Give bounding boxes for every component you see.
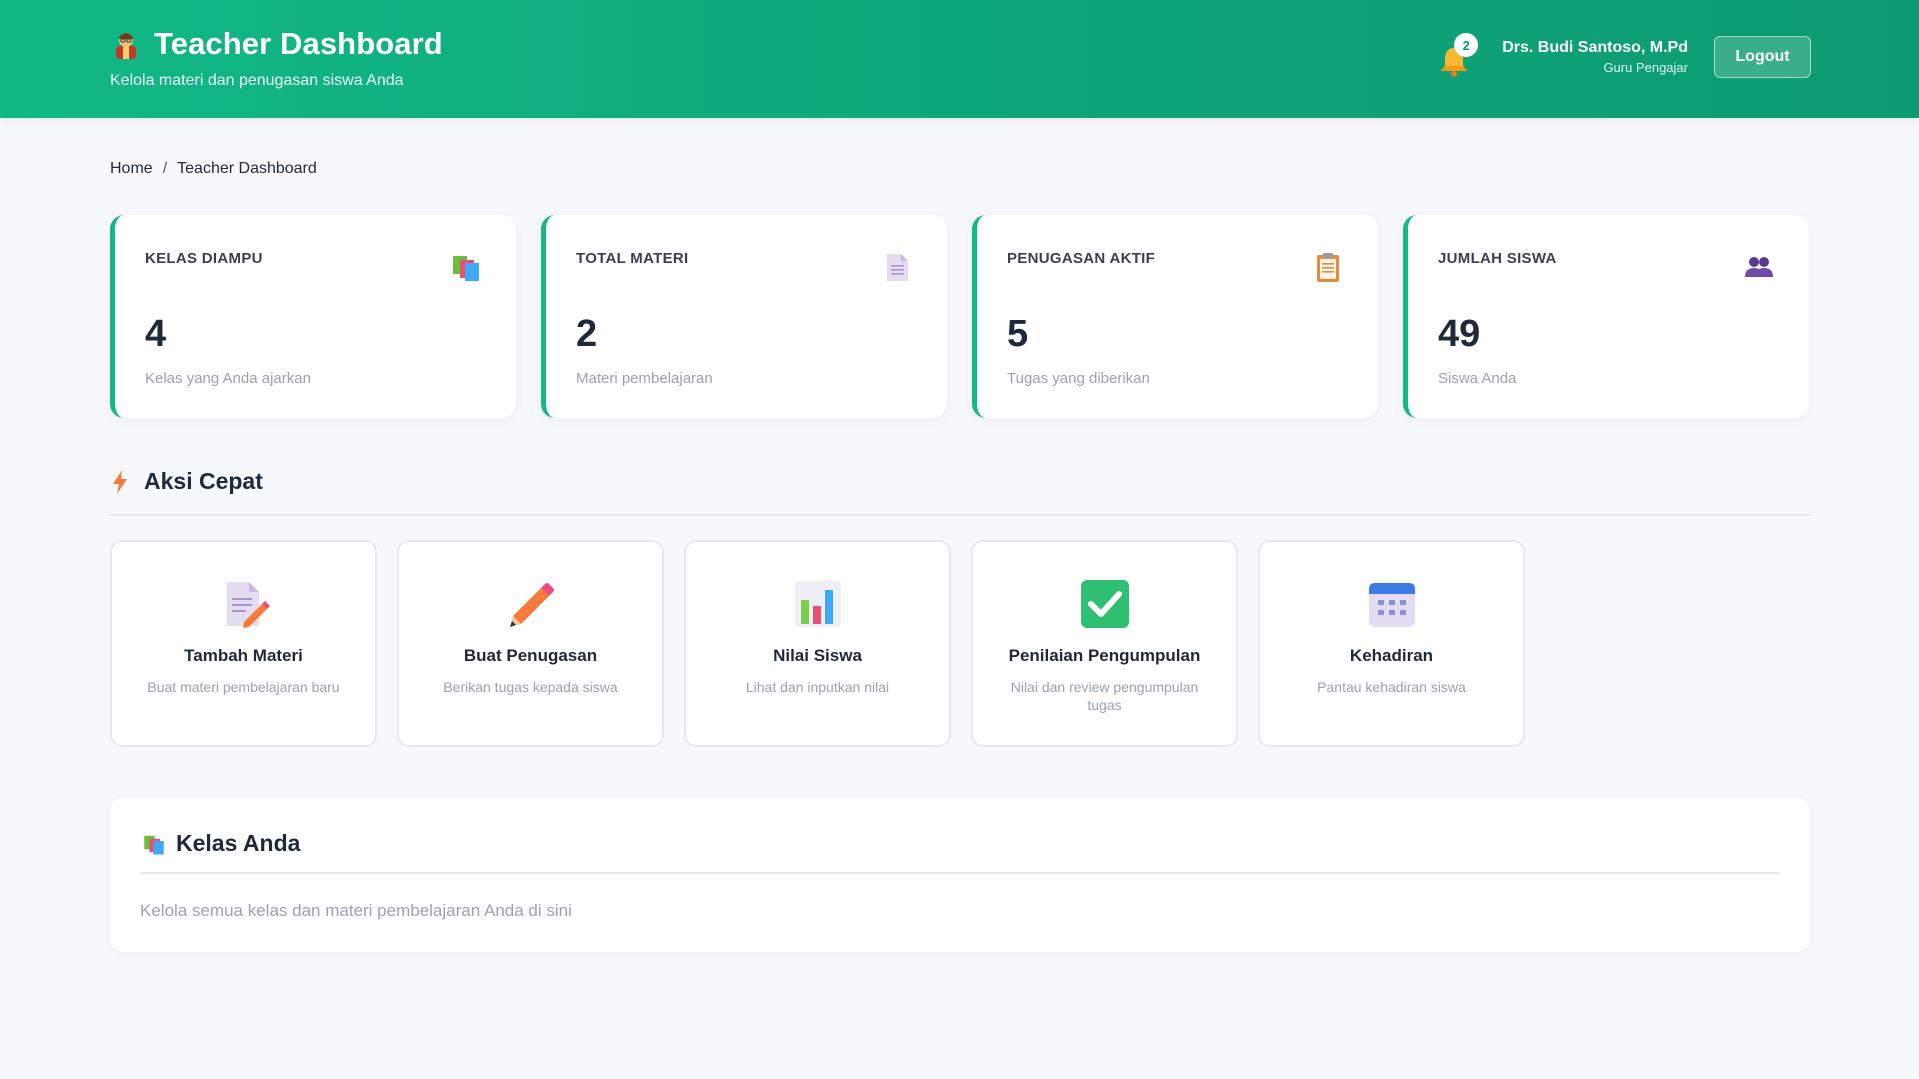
stat-desc: Kelas yang Anda ajarkan bbox=[145, 370, 311, 387]
logout-button[interactable]: Logout bbox=[1714, 36, 1811, 78]
stat-card-kelas: KELAS DIAMPU 4 Kelas yang Anda ajarkan bbox=[110, 215, 516, 418]
kelas-divider bbox=[140, 872, 1780, 874]
kelas-panel: Kelas Anda Kelola semua kelas dan materi… bbox=[110, 798, 1810, 952]
action-title: Buat Penugasan bbox=[463, 646, 598, 665]
action-title: Tambah Materi bbox=[184, 646, 303, 665]
quick-actions-title: Aksi Cepat bbox=[144, 468, 263, 494]
stat-desc: Tugas yang diberikan bbox=[1007, 370, 1150, 387]
pencil-icon bbox=[509, 583, 554, 627]
action-buat-penugasan[interactable]: Buat Penugasan Berikan tugas kepada sisw… bbox=[397, 540, 664, 747]
user-area: 2 Drs. Budi Santoso, M.Pd Guru Pengajar … bbox=[1436, 33, 1811, 79]
notification-button[interactable]: 2 bbox=[1436, 33, 1479, 79]
action-desc: Buat materi pembelajaran baru bbox=[147, 679, 340, 695]
teacher-icon bbox=[116, 33, 136, 59]
lightning-icon bbox=[113, 469, 127, 494]
stat-label: TOTAL MATERI bbox=[576, 250, 689, 267]
page-title: Teacher Dashboard bbox=[154, 26, 443, 61]
calendar-icon bbox=[1368, 583, 1415, 627]
user-name: Drs. Budi Santoso, M.Pd bbox=[1502, 39, 1688, 56]
action-kehadiran[interactable]: Kehadiran Pantau kehadiran siswa bbox=[1258, 540, 1525, 747]
stat-card-penugasan: PENUGASAN AKTIF 5 Tugas yang diberikan bbox=[972, 215, 1378, 418]
section-divider bbox=[110, 514, 1810, 516]
document-icon bbox=[887, 254, 908, 281]
kelas-desc: Kelola semua kelas dan materi pembelajar… bbox=[140, 901, 572, 920]
kelas-title: Kelas Anda bbox=[176, 830, 301, 856]
action-tambah-materi[interactable]: Tambah Materi Buat materi pembelajaran b… bbox=[110, 540, 377, 747]
stat-value: 2 bbox=[576, 313, 598, 355]
brand-title-row: Teacher Dashboard bbox=[110, 26, 443, 62]
stat-value: 5 bbox=[1007, 313, 1029, 355]
quick-actions-grid: Tambah Materi Buat materi pembelajaran b… bbox=[110, 540, 1525, 747]
bar-chart-icon bbox=[794, 581, 841, 627]
action-desc: Nilai dan review pengumpulan tugas bbox=[1010, 679, 1199, 713]
action-title: Penilaian Pengumpulan bbox=[1008, 646, 1201, 665]
action-desc: Lihat dan inputkan nilai bbox=[745, 679, 890, 695]
action-desc: Pantau kehadiran siswa bbox=[1317, 679, 1466, 695]
notification-badge: 2 bbox=[1454, 33, 1479, 57]
page-subtitle: Kelola materi dan penugasan siswa Anda bbox=[110, 72, 404, 89]
stat-card-materi: TOTAL MATERI 2 Materi pembelajaran bbox=[541, 215, 947, 418]
breadcrumb-current: Teacher Dashboard bbox=[177, 160, 317, 177]
check-box-icon bbox=[1080, 580, 1129, 628]
stat-label: KELAS DIAMPU bbox=[145, 250, 263, 267]
user-info: Drs. Budi Santoso, M.Pd Guru Pengajar bbox=[1502, 39, 1688, 75]
books-icon bbox=[144, 835, 164, 854]
stat-label: PENUGASAN AKTIF bbox=[1007, 250, 1156, 267]
action-penilaian-pengumpulan[interactable]: Penilaian Pengumpulan Nilai dan review p… bbox=[971, 540, 1238, 747]
kelas-header: Kelas Anda bbox=[142, 830, 300, 857]
stat-desc: Materi pembelajaran bbox=[576, 370, 713, 387]
action-nilai-siswa[interactable]: Nilai Siswa Lihat dan inputkan nilai bbox=[684, 540, 951, 747]
document-edit-icon bbox=[226, 582, 270, 628]
users-icon bbox=[1745, 257, 1773, 277]
breadcrumb: Home / Teacher Dashboard bbox=[110, 160, 317, 178]
clipboard-icon bbox=[1317, 253, 1339, 282]
brand: Teacher Dashboard Kelola materi dan penu… bbox=[110, 26, 443, 90]
quick-actions-header: Aksi Cepat bbox=[110, 468, 263, 495]
breadcrumb-home[interactable]: Home bbox=[110, 160, 153, 178]
stats-row: KELAS DIAMPU 4 Kelas yang Anda ajarkan T… bbox=[110, 215, 1810, 418]
stat-desc: Siswa Anda bbox=[1438, 370, 1517, 387]
action-title: Kehadiran bbox=[1349, 646, 1434, 665]
stat-value: 49 bbox=[1438, 313, 1481, 355]
action-title: Nilai Siswa bbox=[773, 646, 862, 665]
stat-value: 4 bbox=[145, 313, 167, 355]
stat-label: JUMLAH SISWA bbox=[1438, 250, 1557, 267]
stat-card-siswa: JUMLAH SISWA 49 Siswa Anda bbox=[1403, 215, 1809, 418]
action-desc: Berikan tugas kepada siswa bbox=[443, 679, 618, 695]
top-header: Teacher Dashboard Kelola materi dan penu… bbox=[0, 0, 1919, 118]
user-role: Guru Pengajar bbox=[1603, 60, 1688, 75]
breadcrumb-separator: / bbox=[162, 160, 168, 177]
books-icon bbox=[453, 256, 479, 281]
